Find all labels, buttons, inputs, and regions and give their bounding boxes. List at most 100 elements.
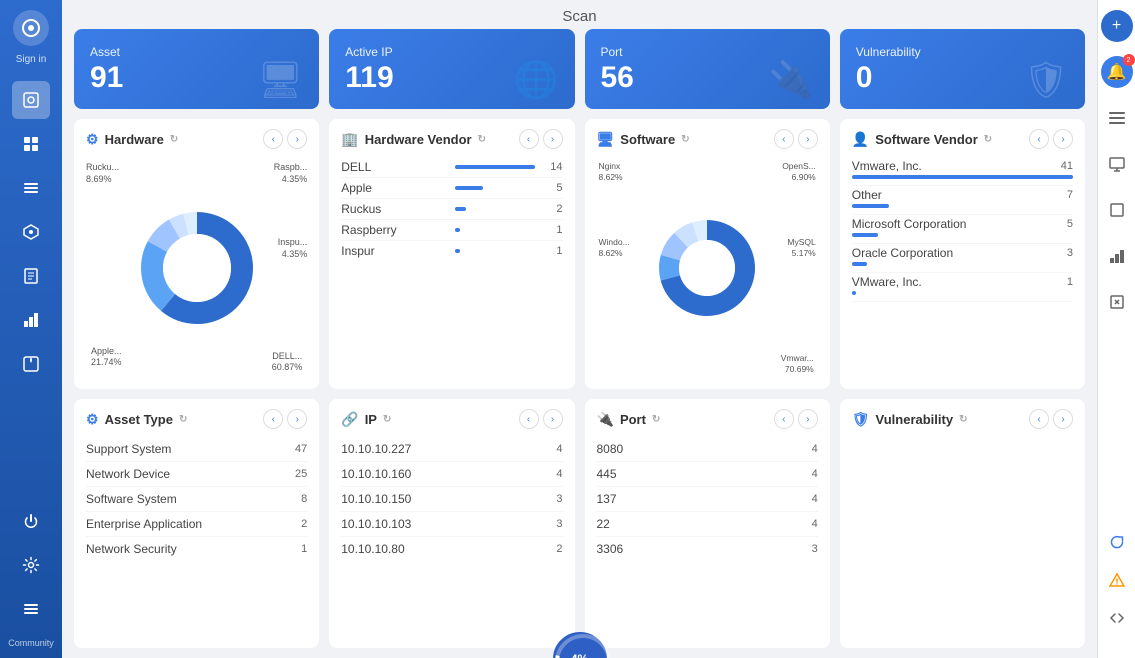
- right-collapse-btn[interactable]: [1101, 602, 1133, 634]
- at-item-name: Enterprise Application: [86, 517, 202, 531]
- ip-item-name: 10.10.10.227: [341, 442, 411, 456]
- ip-item-name: 10.10.10.150: [341, 492, 411, 506]
- sw-next-btn[interactable]: ›: [798, 129, 818, 149]
- port-item-name: 22: [597, 517, 610, 531]
- hv-nav: ‹ ›: [519, 129, 563, 149]
- at-list-item: Support System 47: [86, 437, 307, 462]
- asset-type-list: Support System 47 Network Device 25 Soft…: [86, 437, 307, 561]
- stat-card-asset[interactable]: Asset 91 🖥: [74, 29, 319, 109]
- hardware-panel-title: ⚙ Hardware ↻: [86, 131, 178, 148]
- sidebar-item-vulnerability[interactable]: [12, 213, 50, 251]
- at-refresh: ↻: [179, 414, 187, 425]
- port-item-name: 3306: [597, 542, 624, 556]
- ip-item-name: 10.10.10.103: [341, 517, 411, 531]
- right-monitor-btn[interactable]: [1101, 148, 1133, 180]
- hardware-panel-header: ⚙ Hardware ↻ ‹ ›: [86, 129, 307, 149]
- alert-badge: 2: [1123, 54, 1135, 66]
- hv-prev-btn[interactable]: ‹: [519, 129, 539, 149]
- sidebar-item-network[interactable]: [12, 169, 50, 207]
- hv-item-bar: [455, 228, 461, 232]
- hardware-vendor-icon: 🏢: [341, 131, 358, 148]
- sv-header: 👤 Software Vendor ↻ ‹ ›: [852, 129, 1073, 149]
- bell-icon: 🔔: [1107, 62, 1127, 82]
- sw-prev-btn[interactable]: ‹: [774, 129, 794, 149]
- sidebar-item-puzzle[interactable]: [12, 345, 50, 383]
- sv-prev-btn[interactable]: ‹: [1029, 129, 1049, 149]
- progress-circle[interactable]: 4%: [553, 632, 607, 658]
- sv-item-name: Vmware, Inc.: [852, 159, 922, 173]
- at-list-item: Network Device 25: [86, 462, 307, 487]
- software-donut-svg: [652, 213, 762, 323]
- ip-item-count: 4: [556, 443, 562, 455]
- sidebar-item-report[interactable]: [12, 257, 50, 295]
- port-item-name: 137: [597, 492, 617, 506]
- hardware-vendor-header: 🏢 Hardware Vendor ↻ ‹ ›: [341, 129, 562, 149]
- sidebar-item-settings[interactable]: [12, 546, 50, 584]
- right-add-btn[interactable]: +: [1101, 10, 1133, 42]
- sidebar-item-chart[interactable]: [12, 301, 50, 339]
- ip-title: 🔗 IP ↻: [341, 411, 391, 428]
- donut-label-apple: Apple...21.74%: [91, 346, 122, 369]
- hv-item-count: 1: [543, 245, 563, 257]
- hv-item-count: 14: [543, 161, 563, 173]
- plus-icon: +: [1112, 17, 1121, 35]
- hardware-icon: ⚙: [86, 131, 99, 148]
- at-next-btn[interactable]: ›: [287, 409, 307, 429]
- port-header: 🔌 Port ↻ ‹ ›: [597, 409, 818, 429]
- hardware-next-btn[interactable]: ›: [287, 129, 307, 149]
- right-ext-btn[interactable]: [1101, 286, 1133, 318]
- at-item-name: Network Security: [86, 542, 177, 556]
- sv-nav: ‹ ›: [1029, 129, 1073, 149]
- right-warning-btn[interactable]: [1101, 564, 1133, 596]
- right-puzzle-btn[interactable]: [1101, 194, 1133, 226]
- stat-label-port: Port: [601, 45, 814, 59]
- sidebar-logo[interactable]: [13, 10, 49, 46]
- at-prev-btn[interactable]: ‹: [263, 409, 283, 429]
- sidebar-item-scan[interactable]: [12, 81, 50, 119]
- at-item-name: Support System: [86, 442, 171, 456]
- stat-icon-port: 🔌: [769, 59, 814, 101]
- donut-label-raspberry: Raspb...4.35%: [274, 162, 308, 185]
- hv-item-bar-wrap: [455, 249, 535, 253]
- sw-nav: ‹ ›: [774, 129, 818, 149]
- stat-card-activeip[interactable]: Active IP 119 🌐: [329, 29, 574, 109]
- ip-prev-btn[interactable]: ‹: [519, 409, 539, 429]
- right-alert-btn[interactable]: 🔔 2: [1101, 56, 1133, 88]
- sv-item-bar: [852, 233, 879, 237]
- sv-item-row: Microsoft Corporation 5: [852, 217, 1073, 231]
- sv-next-btn[interactable]: ›: [1053, 129, 1073, 149]
- at-item-count: 1: [301, 543, 307, 555]
- hv-list-item: Inspur 1: [341, 241, 562, 261]
- software-title: 🖥 Software ↻: [597, 131, 690, 148]
- port-prev-btn[interactable]: ‹: [774, 409, 794, 429]
- sv-item-count: 5: [1067, 218, 1073, 230]
- hardware-refresh-icon: ↻: [170, 134, 178, 145]
- stat-card-vulnerability[interactable]: Vulnerability 0 🛡: [840, 29, 1085, 109]
- stat-card-port[interactable]: Port 56 🔌: [585, 29, 830, 109]
- vuln-next-btn[interactable]: ›: [1053, 409, 1073, 429]
- hv-next-btn[interactable]: ›: [543, 129, 563, 149]
- software-vendor-list: Vmware, Inc. 41 Other 7 Microsoft Corpor…: [852, 157, 1073, 302]
- hv-item-name: Ruckus: [341, 202, 446, 216]
- right-refresh-btn[interactable]: [1101, 526, 1133, 558]
- hv-item-bar-wrap: [455, 165, 535, 169]
- stat-icon-activeip: 🌐: [514, 59, 559, 101]
- right-chart-btn[interactable]: [1101, 240, 1133, 272]
- at-header: ⚙ Asset Type ↻ ‹ ›: [86, 409, 307, 429]
- port-next-btn[interactable]: ›: [798, 409, 818, 429]
- hv-item-bar-wrap: [455, 207, 535, 211]
- sidebar-signin-label: Sign in: [16, 54, 47, 65]
- sv-item-row: VMware, Inc. 1: [852, 275, 1073, 289]
- right-list-btn[interactable]: [1101, 102, 1133, 134]
- ip-list-item: 10.10.10.103 3: [341, 512, 562, 537]
- hardware-prev-btn[interactable]: ‹: [263, 129, 283, 149]
- sv-item-name: Other: [852, 188, 882, 202]
- sw-label-nginx: Nginx8.62%: [599, 161, 623, 183]
- ip-next-btn[interactable]: ›: [543, 409, 563, 429]
- sidebar-item-menu[interactable]: [12, 590, 50, 628]
- vuln-prev-btn[interactable]: ‹: [1029, 409, 1049, 429]
- hv-list-item: Apple 5: [341, 178, 562, 199]
- sidebar-item-power[interactable]: [12, 502, 50, 540]
- sidebar-item-assets[interactable]: [12, 125, 50, 163]
- ip-nav: ‹ ›: [519, 409, 563, 429]
